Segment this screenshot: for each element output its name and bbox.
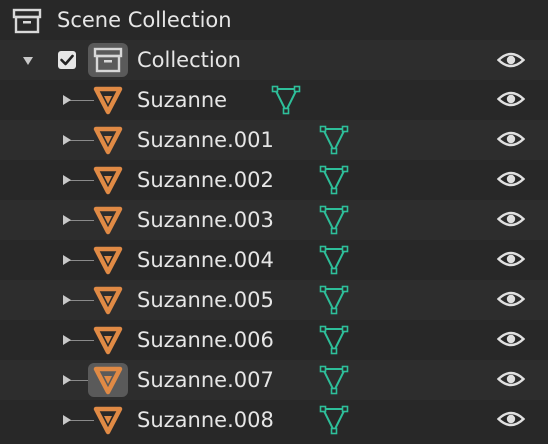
visibility-eye-icon[interactable]: [497, 129, 525, 149]
mesh-data-icon[interactable]: [319, 244, 349, 276]
object-name-label: Suzanne.006: [137, 328, 274, 352]
expand-toggle[interactable]: [63, 95, 71, 105]
object-name-label: Suzanne.004: [137, 248, 274, 272]
expand-toggle[interactable]: [63, 175, 71, 185]
object-name-label: Suzanne.001: [137, 128, 274, 152]
outliner-row-object[interactable]: Suzanne.006: [0, 320, 548, 360]
scene-collection-icon: [12, 8, 42, 34]
mesh-object-icon: [93, 326, 123, 355]
mesh-data-icon[interactable]: [319, 164, 349, 196]
outliner-row-object[interactable]: Suzanne.004: [0, 240, 548, 280]
outliner-row-object[interactable]: Suzanne.007: [0, 360, 548, 400]
mesh-data-icon[interactable]: [319, 364, 349, 396]
mesh-object-icon: [93, 286, 123, 315]
mesh-object-icon: [93, 166, 123, 195]
outliner-row-object[interactable]: Suzanne.005: [0, 280, 548, 320]
collapse-toggle[interactable]: [23, 57, 33, 65]
outliner-row-scene-collection[interactable]: Scene Collection: [0, 0, 548, 40]
mesh-object-icon: [93, 366, 123, 395]
mesh-data-icon[interactable]: [319, 284, 349, 316]
outliner-row-object[interactable]: Suzanne.008: [0, 400, 548, 440]
visibility-eye-icon[interactable]: [497, 209, 525, 229]
mesh-object-icon: [93, 406, 123, 435]
mesh-object-icon: [93, 246, 123, 275]
mesh-object-icon: [93, 86, 123, 115]
scene-collection-label: Scene Collection: [57, 8, 232, 32]
expand-toggle[interactable]: [63, 335, 71, 345]
outliner-row-object[interactable]: Suzanne.001: [0, 120, 548, 160]
exclude-checkbox[interactable]: [58, 51, 76, 69]
outliner-row-object[interactable]: Suzanne: [0, 80, 548, 120]
mesh-object-icon: [93, 126, 123, 155]
visibility-eye-icon[interactable]: [497, 50, 525, 70]
visibility-eye-icon[interactable]: [497, 369, 525, 389]
mesh-data-icon[interactable]: [319, 404, 349, 436]
mesh-data-icon[interactable]: [319, 204, 349, 236]
visibility-eye-icon[interactable]: [497, 329, 525, 349]
visibility-eye-icon[interactable]: [497, 249, 525, 269]
outliner-row-collection[interactable]: Collection: [0, 40, 548, 80]
visibility-eye-icon[interactable]: [497, 289, 525, 309]
mesh-data-icon[interactable]: [319, 324, 349, 356]
object-name-label: Suzanne: [137, 88, 228, 112]
collection-icon: [93, 47, 123, 73]
checkmark-icon: [60, 54, 74, 66]
mesh-data-icon[interactable]: [271, 84, 301, 116]
object-name-label: Suzanne.007: [137, 368, 274, 392]
expand-toggle[interactable]: [63, 415, 71, 425]
outliner-row-object[interactable]: Suzanne.003: [0, 200, 548, 240]
mesh-data-icon[interactable]: [319, 124, 349, 156]
visibility-eye-icon[interactable]: [497, 409, 525, 429]
object-name-label: Suzanne.008: [137, 408, 274, 432]
expand-toggle[interactable]: [63, 375, 71, 385]
object-name-label: Suzanne.003: [137, 208, 274, 232]
object-name-label: Suzanne.005: [137, 288, 274, 312]
object-name-label: Suzanne.002: [137, 168, 274, 192]
expand-toggle[interactable]: [63, 135, 71, 145]
mesh-object-icon: [93, 206, 123, 235]
outliner-row-object[interactable]: Suzanne.002: [0, 160, 548, 200]
expand-toggle[interactable]: [63, 295, 71, 305]
expand-toggle[interactable]: [63, 255, 71, 265]
expand-toggle[interactable]: [63, 215, 71, 225]
visibility-eye-icon[interactable]: [497, 169, 525, 189]
visibility-eye-icon[interactable]: [497, 89, 525, 109]
collection-label: Collection: [137, 48, 241, 72]
